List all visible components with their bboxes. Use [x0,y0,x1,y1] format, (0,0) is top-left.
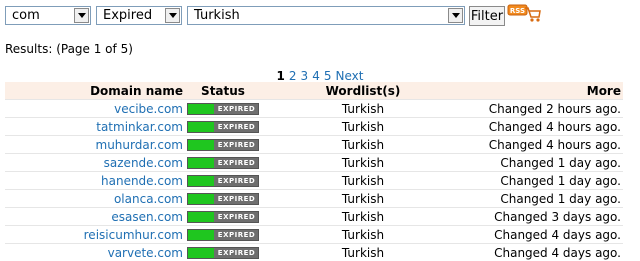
table-row: olanca.com EXPIRED Turkish Changed 1 day… [5,190,623,208]
results-summary: Results: (Page 1 of 5) [5,42,133,56]
page-current: 1 [277,69,285,83]
page-link-4[interactable]: 4 [312,69,320,83]
more-cell: Changed 4 hours ago. [465,136,623,154]
page-link-5[interactable]: 5 [324,69,332,83]
status-badge: EXPIRED [187,121,259,133]
table-row: vecibe.com EXPIRED Turkish Changed 2 hou… [5,100,623,118]
status-badge: EXPIRED [187,139,259,151]
domain-link[interactable]: reisicumhur.com [84,228,183,242]
chevron-down-icon[interactable] [74,8,89,23]
wordlist-cell: Turkish [261,136,465,154]
domain-link[interactable]: sazende.com [104,156,183,170]
wordlist-cell: Turkish [261,154,465,172]
domain-link[interactable]: hanende.com [101,174,183,188]
page-next-link[interactable]: Next [335,69,363,83]
more-cell: Changed 1 day ago. [465,154,623,172]
table-row: hanende.com EXPIRED Turkish Changed 1 da… [5,172,623,190]
domain-table: Domain name Status Wordlist(s) More veci… [5,82,623,261]
wordlist-cell: Turkish [261,208,465,226]
status-select[interactable]: Expired [96,6,182,25]
wordlist-cell: Turkish [261,226,465,244]
pagination: 12345Next [0,69,640,83]
status-badge-text: EXPIRED [215,230,258,240]
wordlist-cell: Turkish [261,190,465,208]
tld-select-value: com [12,9,40,23]
more-cell: Changed 4 days ago. [465,226,623,244]
status-badge-text: EXPIRED [215,176,258,186]
status-badge: EXPIRED [187,103,259,115]
page-link-2[interactable]: 2 [289,69,297,83]
wordlist-select-value: Turkish [194,9,240,23]
wordlist-cell: Turkish [261,172,465,190]
status-badge: EXPIRED [187,229,259,241]
status-badge: EXPIRED [187,193,259,205]
domain-link[interactable]: muhurdar.com [96,138,183,152]
status-badge: EXPIRED [187,247,259,259]
status-select-value: Expired [103,9,152,23]
rss-badge-text: RSS [510,7,525,15]
status-badge: EXPIRED [187,157,259,169]
table-row: muhurdar.com EXPIRED Turkish Changed 4 h… [5,136,623,154]
domain-link[interactable]: olanca.com [114,192,183,206]
col-status-header: Status [185,82,261,100]
more-cell: Changed 3 days ago. [465,208,623,226]
col-domain-header: Domain name [5,82,185,100]
filter-button[interactable]: Filter [469,6,505,26]
table-row: reisicumhur.com EXPIRED Turkish Changed … [5,226,623,244]
more-cell: Changed 4 days ago. [465,244,623,261]
col-more-header: More [465,82,623,100]
wordlist-cell: Turkish [261,118,465,136]
table-header-row: Domain name Status Wordlist(s) More [5,82,623,100]
more-cell: Changed 1 day ago. [465,190,623,208]
status-badge: EXPIRED [187,211,259,223]
more-cell: Changed 2 hours ago. [465,100,623,118]
domain-link[interactable]: esasen.com [111,210,183,224]
table-row: varvete.com EXPIRED Turkish Changed 4 da… [5,244,623,261]
domain-link[interactable]: vecibe.com [114,102,183,116]
table-row: sazende.com EXPIRED Turkish Changed 1 da… [5,154,623,172]
tld-select[interactable]: com [5,6,91,25]
status-badge: EXPIRED [187,175,259,187]
more-cell: Changed 4 hours ago. [465,118,623,136]
more-cell: Changed 1 day ago. [465,172,623,190]
domain-link[interactable]: tatminkar.com [96,120,183,134]
rss-cart-icon[interactable]: RSS [507,2,541,24]
wordlist-select[interactable]: Turkish [187,6,465,25]
wordlist-cell: Turkish [261,244,465,261]
status-badge-text: EXPIRED [215,122,258,132]
status-badge-text: EXPIRED [215,158,258,168]
status-badge-text: EXPIRED [215,140,258,150]
table-row: tatminkar.com EXPIRED Turkish Changed 4 … [5,118,623,136]
status-badge-text: EXPIRED [215,212,258,222]
chevron-down-icon[interactable] [165,8,180,23]
table-row: esasen.com EXPIRED Turkish Changed 3 day… [5,208,623,226]
status-badge-text: EXPIRED [215,194,258,204]
chevron-down-icon[interactable] [448,8,463,23]
status-badge-text: EXPIRED [215,104,258,114]
domain-link[interactable]: varvete.com [108,246,183,260]
wordlist-cell: Turkish [261,100,465,118]
page-link-3[interactable]: 3 [301,69,309,83]
col-wordlists-header: Wordlist(s) [261,82,465,100]
